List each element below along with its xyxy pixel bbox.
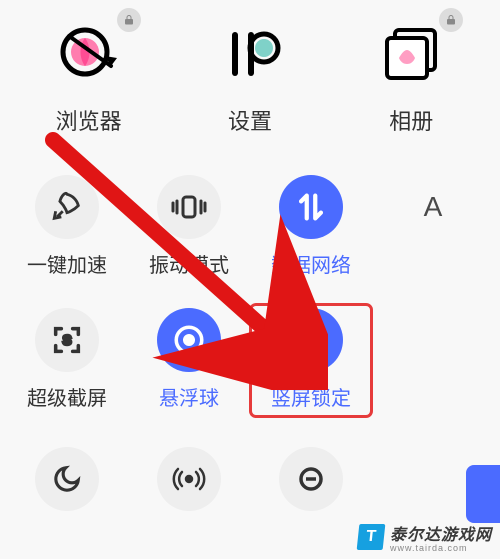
tile-label: 一键加速 (27, 249, 107, 278)
tile-empty (372, 308, 494, 417)
gallery-icon (375, 18, 447, 90)
vibrate-icon (157, 175, 221, 239)
app-settings[interactable]: 设置 (180, 18, 320, 136)
tile-label: 悬浮球 (159, 382, 219, 411)
tile-data[interactable]: 数据网络 (250, 175, 372, 278)
settings-icon (214, 18, 286, 90)
tile-vibrate[interactable]: 振动模式 (128, 175, 250, 278)
browser-icon (53, 18, 125, 90)
watermark-title: 泰尔达游戏网 (390, 521, 492, 545)
tile-boost[interactable]: 一键加速 (6, 175, 128, 278)
rotation-lock-icon (279, 308, 343, 372)
app-label: 设置 (228, 104, 272, 136)
tile-hotspot[interactable] (128, 447, 250, 511)
tile-ring[interactable] (250, 447, 372, 511)
data-icon (279, 175, 343, 239)
tile-floatball[interactable]: 悬浮球 (128, 308, 250, 417)
font-size-icon: A (424, 175, 443, 239)
hotspot-icon (157, 447, 221, 511)
rocket-icon (35, 175, 99, 239)
side-handle[interactable] (466, 465, 500, 523)
moon-icon (35, 447, 99, 511)
tile-label: 振动模式 (149, 249, 229, 278)
tile-screenshot[interactable]: S 超级截屏 (6, 308, 128, 417)
tile-label: 超级截屏 (27, 382, 107, 411)
tile-night[interactable] (6, 447, 128, 511)
app-row: 浏览器 设置 相册 (0, 0, 500, 144)
tile-label: 数据网络 (271, 249, 351, 278)
watermark: T 泰尔达游戏网 www.tairda.com (358, 521, 492, 553)
tile-font-size[interactable]: A (372, 175, 494, 278)
app-gallery[interactable]: 相册 (341, 18, 481, 136)
tile-label: 竖屏锁定 (271, 382, 351, 411)
app-label: 浏览器 (56, 104, 122, 136)
screenshot-icon: S (35, 308, 99, 372)
app-browser[interactable]: 浏览器 (19, 18, 159, 136)
ring-icon (279, 447, 343, 511)
tile-portrait-lock[interactable]: 竖屏锁定 (250, 304, 372, 417)
quick-settings-grid: 一键加速 振动模式 数据网络 A S 超级截屏 (0, 175, 500, 511)
watermark-logo-icon: T (357, 524, 386, 550)
app-label: 相册 (389, 104, 433, 136)
target-icon (157, 308, 221, 372)
svg-text:S: S (63, 332, 72, 347)
